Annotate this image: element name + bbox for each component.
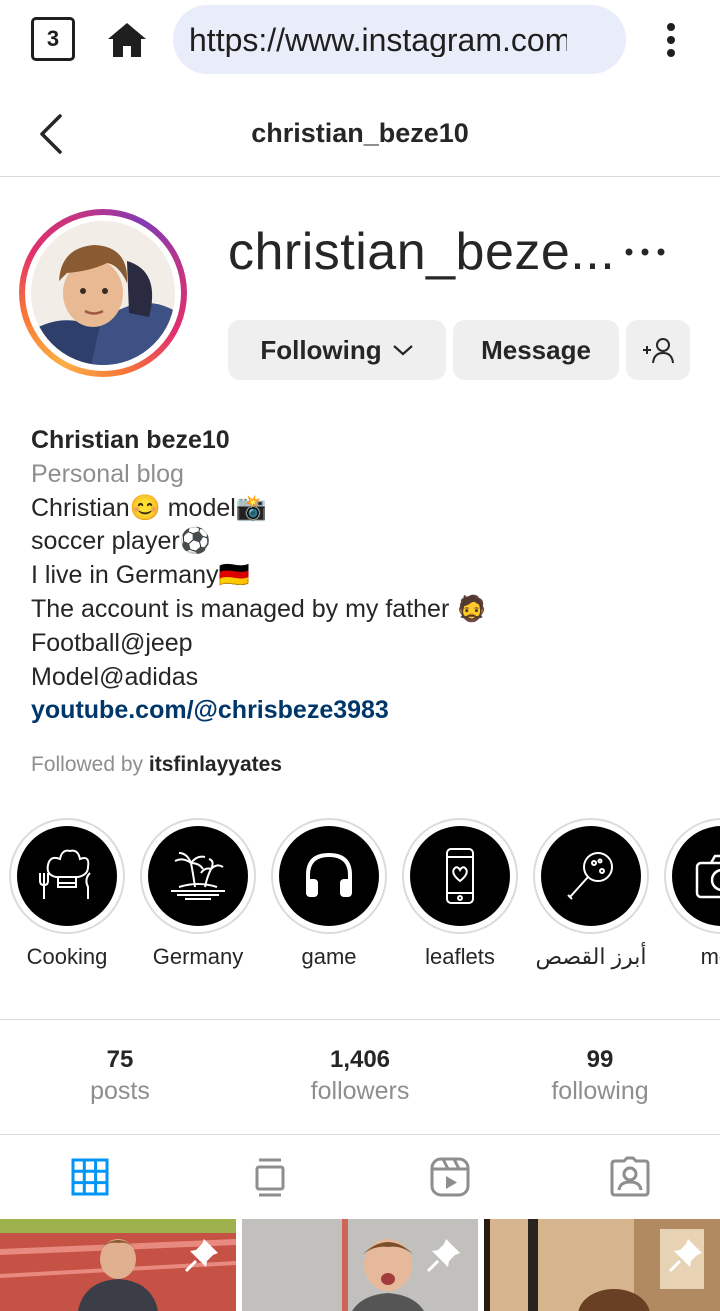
pinned-icon [184, 1239, 218, 1273]
bio-category: Personal blog [31, 459, 184, 488]
posts-label: posts [90, 1077, 150, 1105]
grid-icon[interactable] [69, 1156, 111, 1198]
tagged-icon[interactable] [609, 1156, 651, 1198]
following-label: following [551, 1077, 649, 1105]
bio-line: I live in Germany🇩🇪 [31, 561, 250, 590]
headphones-icon [306, 852, 352, 897]
following-count: 99 [586, 1046, 614, 1073]
bio-section: Christian beze10 Personal blog Christian… [31, 424, 691, 728]
highlight-germany[interactable]: Germany [140, 818, 258, 988]
post-thumbnail[interactable] [484, 1219, 720, 1311]
url-text[interactable]: https://www.instagram.com/christian_beze… [189, 23, 567, 57]
following-button[interactable]: Following [228, 320, 446, 380]
highlight-stories[interactable]: أبرز القصص [533, 818, 651, 988]
address-bar[interactable]: https://www.instagram.com/christian_beze… [173, 5, 626, 74]
story-highlights: Cooking Germany game leaflets أبرز القصص… [0, 818, 720, 988]
reels-icon[interactable] [429, 1156, 471, 1198]
bio-line: Football@jeep [31, 628, 193, 657]
highlight-label: mod [700, 944, 720, 969]
pinned-icon [426, 1239, 460, 1273]
profile-username: christian_beze... [228, 223, 616, 281]
profile-header: christian_beze10 [0, 82, 720, 177]
following-stat[interactable]: 99 following [480, 1045, 720, 1107]
bio-display-name: Christian beze10 [31, 426, 230, 454]
following-button-label: Following [260, 334, 382, 365]
more-options-icon[interactable] [622, 240, 668, 264]
pinned-icon [668, 1239, 702, 1273]
profile-tabs [0, 1136, 720, 1218]
avatar-image [31, 221, 175, 365]
camera-icon [695, 854, 720, 899]
highlight-leaflets[interactable]: leaflets [402, 818, 520, 988]
bio-line: The account is managed by my father 🧔 [31, 594, 488, 623]
header-username: christian_beze10 [251, 118, 469, 148]
chef-hat-icon [39, 849, 91, 899]
followed-by-prefix: Followed by [31, 753, 144, 776]
feed-icon[interactable] [249, 1156, 291, 1198]
message-button[interactable]: Message [453, 320, 619, 380]
posts-grid [0, 1219, 720, 1311]
highlight-model[interactable]: mod [664, 818, 720, 988]
profile-stats: 75 posts 1,406 followers 99 following [0, 1019, 720, 1135]
story-ring[interactable] [19, 209, 187, 377]
highlight-cooking[interactable]: Cooking [9, 818, 127, 988]
followers-stat[interactable]: 1,406 followers [240, 1045, 480, 1107]
posts-count: 75 [106, 1046, 134, 1073]
followed-by-user[interactable]: itsfinlayyates [149, 753, 282, 776]
bio-link[interactable]: youtube.com/@chrisbeze3983 [31, 694, 691, 728]
message-button-label: Message [481, 334, 591, 365]
suggest-users-button[interactable] [626, 320, 690, 380]
bio-line: Model@adidas [31, 662, 199, 691]
lollipop-icon [567, 852, 613, 900]
post-thumbnail[interactable] [0, 1219, 236, 1311]
followed-by[interactable]: Followed by itsfinlayyates [31, 753, 282, 777]
home-icon[interactable] [106, 20, 148, 60]
chevron-down-icon [392, 345, 413, 356]
add-user-icon [643, 338, 674, 364]
browser-toolbar: 3 https://www.instagram.com/christian_be… [0, 0, 720, 82]
highlight-game[interactable]: game [271, 818, 389, 988]
posts-stat[interactable]: 75 posts [0, 1045, 240, 1107]
tab-switcher-button[interactable]: 3 [31, 17, 75, 61]
followers-label: followers [310, 1077, 410, 1105]
phone-heart-icon [446, 848, 474, 904]
avatar[interactable] [31, 221, 175, 365]
island-icon [171, 852, 225, 900]
post-thumbnail[interactable] [242, 1219, 478, 1311]
bio-line: Christian😊 model📸 [31, 493, 267, 522]
followers-count: 1,406 [329, 1046, 391, 1073]
overflow-menu-icon[interactable] [660, 20, 682, 60]
bio-line: soccer player⚽ [31, 527, 211, 556]
